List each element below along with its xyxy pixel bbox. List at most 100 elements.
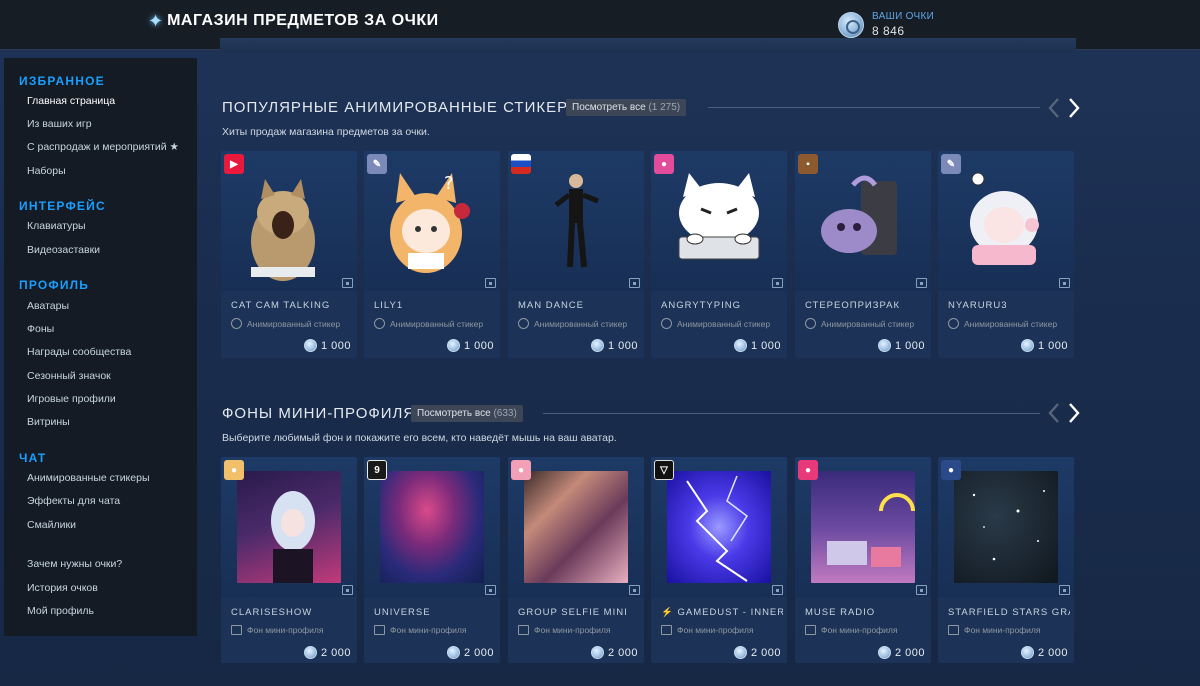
starfield-thumbnail [954, 471, 1058, 583]
sticker-card[interactable]: ▪ СТЕРЕОПРИЗРАК Анимированный стикер 1 0… [795, 151, 931, 358]
item-type-label: Анимированный стикер [821, 318, 915, 329]
sidebar-item-points-history[interactable]: История очков [27, 582, 98, 594]
sidebar-item-startup-movies[interactable]: Видеозаставки [27, 244, 100, 256]
sticker-card[interactable]: ● ANGRYTYPING Анимированный стикер 1 000 [651, 151, 787, 358]
backgrounds-prev-arrow[interactable] [1046, 402, 1062, 424]
item-type-label: Фон мини-профиля [247, 625, 324, 635]
background-card[interactable]: ● MUSE RADIO Фон мини-профиля 2 000 [795, 457, 931, 663]
stickers-next-arrow[interactable] [1066, 97, 1082, 119]
game-badge-icon: 9 [367, 460, 387, 480]
sidebar-item-chat-effects[interactable]: Эффекты для чата [27, 495, 120, 507]
price-value: 1 000 [463, 339, 494, 352]
sidebar-item-game-profiles[interactable]: Игровые профили [27, 393, 116, 405]
item-price: 2 000 [1020, 646, 1068, 659]
item-price: 2 000 [590, 646, 638, 659]
item-name: MUSE RADIO [805, 607, 876, 618]
points-balance[interactable]: ВАШИ ОЧКИ 8 846 [838, 11, 934, 38]
animated-corner-icon [629, 585, 640, 595]
sidebar-item-bundles[interactable]: Наборы [27, 165, 66, 177]
item-type: Фон мини-профиля [374, 625, 466, 635]
item-type: Фон мини-профиля [805, 625, 897, 635]
item-type: Фон мини-профиля [518, 625, 610, 635]
sparkle-icon: ✦ [148, 11, 164, 31]
sidebar-item-home[interactable]: Главная страница [27, 95, 115, 107]
animated-corner-icon [772, 278, 783, 288]
animated-corner-icon [916, 585, 927, 595]
points-coin-icon [733, 339, 747, 352]
animated-corner-icon [772, 585, 783, 595]
item-type: Анимированный стикер [661, 318, 770, 329]
sidebar-item-from-your-games[interactable]: Из ваших игр [27, 118, 92, 130]
lightning-icon: ⚡ [661, 607, 678, 618]
item-type: Анимированный стикер [518, 318, 627, 329]
points-value: 8 846 [872, 24, 905, 38]
price-value: 2 000 [750, 646, 781, 659]
item-name: UNIVERSE [374, 607, 431, 618]
sidebar-item-keyboards[interactable]: Клавиатуры [27, 220, 86, 232]
backgrounds-section-subtitle: Выберите любимый фон и покажите его всем… [222, 432, 617, 444]
item-type: Фон мини-профиля [948, 625, 1040, 635]
sidebar-item-animated-stickers[interactable]: Анимированные стикеры [27, 472, 150, 484]
view-all-label: Посмотреть все [417, 408, 491, 419]
pink-cat-badge-icon: ● [654, 154, 674, 174]
sidebar-item-backgrounds[interactable]: Фоны [27, 323, 54, 335]
sidebar-item-my-profile[interactable]: Мой профиль [27, 605, 94, 617]
sticker-type-icon [805, 318, 816, 329]
stickers-section-subtitle: Хиты продаж магазина предметов за очки. [222, 126, 430, 138]
item-name: STARFIELD STARS GRAV W [948, 607, 1070, 618]
item-price: 2 000 [733, 646, 781, 659]
item-type: Фон мини-профиля [231, 625, 323, 635]
sidebar-item-community-awards[interactable]: Награды сообщества [27, 346, 131, 358]
stickers-view-all-button[interactable]: Посмотреть все (1 275) [566, 99, 687, 116]
item-name-label: GAMEDUST - INNER PL [677, 607, 783, 618]
background-card[interactable]: 9 UNIVERSE Фон мини-профиля 2 000 [364, 457, 500, 663]
background-card[interactable]: ● STARFIELD STARS GRAV W Фон мини-профил… [938, 457, 1074, 663]
sidebar-item-avatars[interactable]: Аватары [27, 300, 69, 312]
game-badge-icon: ● [941, 460, 961, 480]
universe-thumbnail [380, 471, 484, 583]
sidebar: ИЗБРАННОЕ Главная страница Из ваших игр … [4, 58, 197, 636]
sidebar-item-emoticons[interactable]: Смайлики [27, 519, 76, 531]
image-type-icon [948, 625, 959, 635]
sticker-card[interactable]: ▶ CAT CAM TALKING Анимированный стикер 1… [221, 151, 357, 358]
item-type: Анимированный стикер [231, 318, 340, 329]
background-card[interactable]: ● CLARISESHOW Фон мини-профиля 2 000 [221, 457, 357, 663]
feather-badge-icon: ✎ [367, 154, 387, 174]
sidebar-item-sales-events[interactable]: С распродаж и мероприятий ★ [27, 141, 179, 153]
sticker-type-icon [231, 318, 242, 329]
points-coin-icon [303, 339, 317, 352]
game-badge-icon: ● [224, 460, 244, 480]
chevron-left-icon [1048, 98, 1059, 118]
sidebar-category-favorites: ИЗБРАННОЕ [19, 74, 105, 88]
points-coin-icon [877, 339, 891, 352]
feather-badge-icon: ✎ [941, 154, 961, 174]
game-badge-icon: ▽ [654, 460, 674, 480]
sidebar-item-seasonal-badge[interactable]: Сезонный значок [27, 370, 111, 382]
sidebar-item-why-points[interactable]: Зачем нужны очки? [27, 558, 122, 570]
item-type-label: Фон мини-профиля [534, 625, 611, 635]
item-price: 1 000 [303, 339, 351, 352]
item-type: Фон мини-профиля [661, 625, 753, 635]
stars-image [972, 490, 1045, 561]
points-coin-icon [590, 646, 604, 659]
sticker-card[interactable]: ? ✎ LILY1 Анимированный стикер 1 000 [364, 151, 500, 358]
sticker-type-icon [948, 318, 959, 329]
item-name: NYARURU3 [948, 300, 1008, 311]
points-coin-icon [303, 646, 317, 659]
backgrounds-view-all-button[interactable]: Посмотреть все (633) [411, 405, 523, 422]
sticker-card[interactable]: MAN DANCE Анимированный стикер 1 000 [508, 151, 644, 358]
points-coin-icon [733, 646, 747, 659]
price-value: 1 000 [320, 339, 351, 352]
animated-corner-icon [485, 278, 496, 288]
item-type-label: Фон мини-профиля [821, 625, 898, 635]
sticker-card[interactable]: ✎ NYARURU3 Анимированный стикер 1 000 [938, 151, 1074, 358]
stickers-prev-arrow[interactable] [1046, 97, 1062, 119]
section-divider [543, 413, 1040, 414]
sidebar-item-showcases[interactable]: Витрины [27, 416, 70, 428]
points-coin-icon [877, 646, 891, 659]
background-card[interactable]: ▽ ⚡ GAMEDUST - INNER PL Фон мини-профиля… [651, 457, 787, 663]
game-badge-icon: ▪ [798, 154, 818, 174]
background-card[interactable]: ● GROUP SELFIE MINI Фон мини-профиля 2 0… [508, 457, 644, 663]
title-wrap: ✦ МАГАЗИН ПРЕДМЕТОВ ЗА ОЧКИ [148, 12, 439, 30]
backgrounds-next-arrow[interactable] [1066, 402, 1082, 424]
